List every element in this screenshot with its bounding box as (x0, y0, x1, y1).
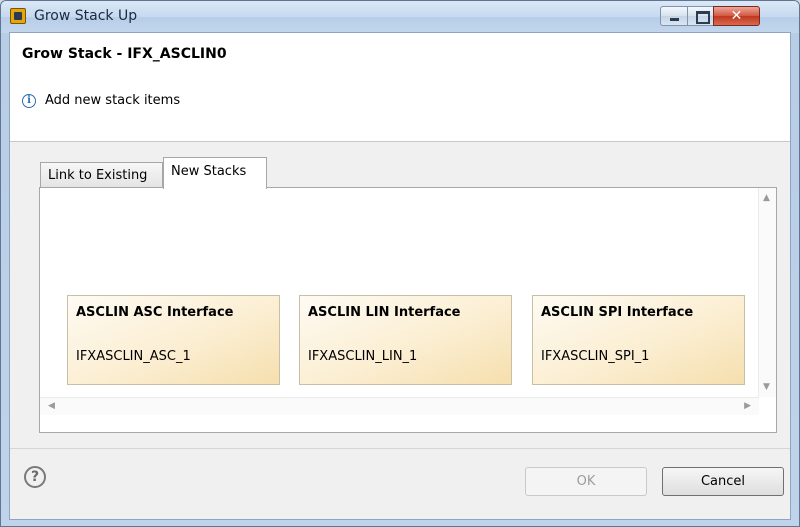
scroll-up-icon[interactable]: ▲ (763, 193, 770, 203)
card-id: IFXASCLIN_LIN_1 (308, 349, 418, 364)
vertical-scrollbar[interactable]: ▲ ▼ (758, 188, 776, 397)
ok-button[interactable]: OK (525, 467, 647, 496)
scroll-down-icon[interactable]: ▼ (763, 382, 770, 392)
footer-divider (10, 448, 790, 449)
dialog-client-area: Grow Stack - IFX_ASCLIN0 i Add new stack… (9, 32, 791, 520)
scroll-right-icon[interactable]: ▶ (744, 401, 751, 411)
header-message: Add new stack items (45, 93, 181, 108)
minimize-button[interactable] (660, 6, 688, 26)
title-bar[interactable]: Grow Stack Up ✕ (1, 1, 799, 33)
new-stacks-panel: ASCLIN ASC Interface IFXASCLIN_ASC_1 ASC… (39, 187, 777, 433)
tab-new-stacks[interactable]: New Stacks (163, 157, 267, 189)
dialog-header: Grow Stack - IFX_ASCLIN0 i Add new stack… (10, 33, 790, 141)
header-divider (10, 141, 790, 142)
horizontal-scrollbar[interactable]: ◀ ▶ (40, 397, 759, 415)
stack-card-spi[interactable]: ASCLIN SPI Interface IFXASCLIN_SPI_1 (532, 295, 745, 385)
cancel-button[interactable]: Cancel (662, 467, 784, 496)
stack-card-lin[interactable]: ASCLIN LIN Interface IFXASCLIN_LIN_1 (299, 295, 512, 385)
card-title: ASCLIN LIN Interface (308, 305, 461, 320)
info-icon: i (22, 94, 36, 108)
close-icon: ✕ (730, 8, 743, 24)
window-title: Grow Stack Up (34, 8, 138, 24)
card-id: IFXASCLIN_ASC_1 (76, 349, 191, 364)
minimize-icon (670, 18, 679, 21)
card-title: ASCLIN ASC Interface (76, 305, 234, 320)
help-icon[interactable]: ? (24, 466, 46, 488)
scroll-left-icon[interactable]: ◀ (48, 401, 55, 411)
maximize-button[interactable] (687, 6, 714, 26)
stack-card-asc[interactable]: ASCLIN ASC Interface IFXASCLIN_ASC_1 (67, 295, 280, 385)
tab-link-to-existing[interactable]: Link to Existing (40, 162, 163, 187)
page-title: Grow Stack - IFX_ASCLIN0 (22, 46, 227, 62)
card-title: ASCLIN SPI Interface (541, 305, 694, 320)
close-button[interactable]: ✕ (713, 6, 760, 26)
dialog-window: Grow Stack Up ✕ Grow Stack - IFX_ASCLIN0… (0, 0, 800, 527)
app-icon (10, 8, 26, 24)
maximize-icon (696, 11, 710, 24)
card-id: IFXASCLIN_SPI_1 (541, 349, 650, 364)
